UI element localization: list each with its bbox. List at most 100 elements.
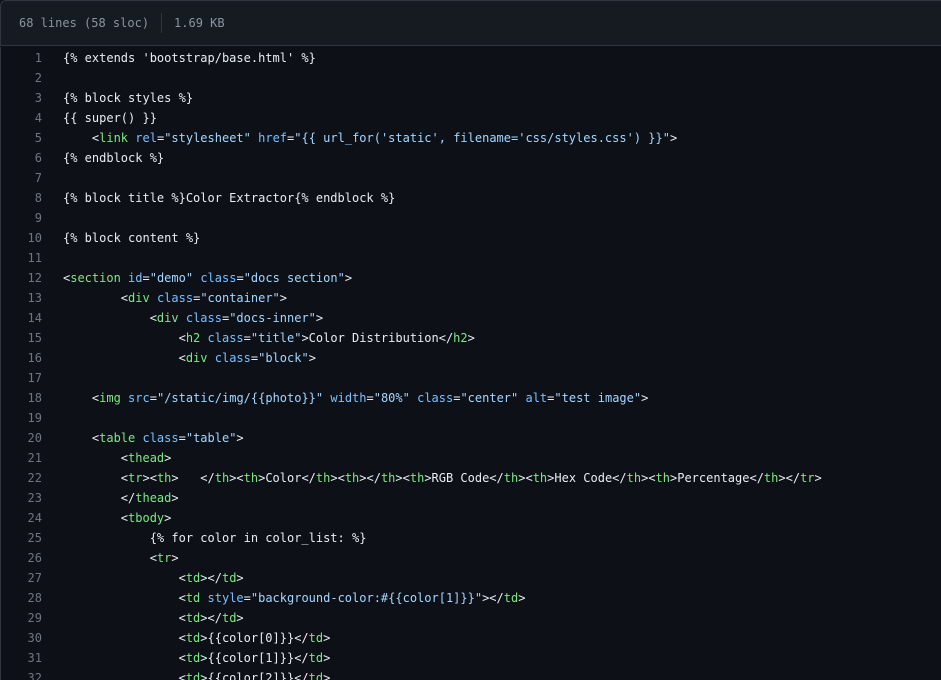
line-number[interactable]: 21 bbox=[1, 448, 42, 468]
code-line[interactable]: 27 <td></td> bbox=[1, 568, 941, 588]
line-number[interactable]: 5 bbox=[1, 128, 42, 148]
line-number[interactable]: 18 bbox=[1, 388, 42, 408]
code-line[interactable]: 32 <td>{{color[2]}}</td> bbox=[1, 668, 941, 680]
line-number[interactable]: 1 bbox=[1, 48, 42, 68]
line-number[interactable]: 27 bbox=[1, 568, 42, 588]
code-token: >{{color[2]}}</ bbox=[200, 671, 309, 680]
code-token: > bbox=[669, 131, 678, 145]
code-token: class bbox=[417, 391, 454, 405]
code-line[interactable]: 22 <tr><th> </th><th>Color</th><th></th>… bbox=[1, 468, 941, 488]
code-line[interactable]: 11 bbox=[1, 248, 941, 268]
line-number[interactable]: 25 bbox=[1, 528, 42, 548]
line-number[interactable]: 19 bbox=[1, 408, 42, 428]
code-line[interactable]: 19 bbox=[1, 408, 941, 428]
code-line[interactable]: 5 <link rel="stylesheet" href="{{ url_fo… bbox=[1, 128, 941, 148]
code-token: >Color</ bbox=[258, 471, 316, 485]
code-line[interactable]: 10 {% block content %} bbox=[1, 228, 941, 248]
code-token: > bbox=[344, 271, 353, 285]
line-number[interactable]: 16 bbox=[1, 348, 42, 368]
code-token: thead bbox=[135, 491, 172, 505]
line-number[interactable]: 4 bbox=[1, 108, 42, 128]
code-token: >{{color[1]}}</ bbox=[200, 651, 309, 665]
line-number[interactable]: 12 bbox=[1, 268, 42, 288]
line-number[interactable]: 10 bbox=[1, 228, 42, 248]
line-number[interactable]: 8 bbox=[1, 188, 42, 208]
code-line[interactable]: 31 <td>{{color[1]}}</td> bbox=[1, 648, 941, 668]
line-number[interactable]: 15 bbox=[1, 328, 42, 348]
line-number[interactable]: 22 bbox=[1, 468, 42, 488]
line-content bbox=[42, 168, 63, 188]
code-line[interactable]: 8 {% block title %}Color Extractor{% endb… bbox=[1, 188, 941, 208]
line-content: <div class="container"> bbox=[42, 288, 287, 308]
line-number[interactable]: 6 bbox=[1, 148, 42, 168]
line-number[interactable]: 28 bbox=[1, 588, 42, 608]
line-number[interactable]: 14 bbox=[1, 308, 42, 328]
line-number[interactable]: 23 bbox=[1, 488, 42, 508]
code-line[interactable]: 14 <div class="docs-inner"> bbox=[1, 308, 941, 328]
line-number[interactable]: 3 bbox=[1, 88, 42, 108]
line-number[interactable]: 11 bbox=[1, 248, 42, 268]
code-token: >{{color[0]}}</ bbox=[200, 631, 309, 645]
code-line[interactable]: 4 {{ super() }} bbox=[1, 108, 941, 128]
code-line[interactable]: 21 <thead> bbox=[1, 448, 941, 468]
code-token: < bbox=[63, 611, 186, 625]
line-content: {% extends 'bootstrap/base.html' %} bbox=[42, 48, 316, 68]
line-number[interactable]: 30 bbox=[1, 628, 42, 648]
line-content: </thead> bbox=[42, 488, 179, 508]
code-token: "{{ url_for('static', filename='css/styl… bbox=[294, 131, 670, 145]
code-token: class bbox=[214, 351, 251, 365]
line-content: <img src="/static/img/{{photo}}" width="… bbox=[42, 388, 648, 408]
code-line[interactable]: 25 {% for color in color_list: %} bbox=[1, 528, 941, 548]
code-token: < bbox=[63, 551, 157, 565]
code-token: section bbox=[70, 271, 121, 285]
code-line[interactable]: 9 bbox=[1, 208, 941, 228]
code-line[interactable]: 6 {% endblock %} bbox=[1, 148, 941, 168]
code-line[interactable]: 28 <td style="background-color:#{{color[… bbox=[1, 588, 941, 608]
code-token: img bbox=[99, 391, 121, 405]
line-content: <thead> bbox=[42, 448, 172, 468]
line-number[interactable]: 32 bbox=[1, 668, 42, 680]
line-content: {{ super() }} bbox=[42, 108, 157, 128]
code-line[interactable]: 7 bbox=[1, 168, 941, 188]
code-line[interactable]: 23 </thead> bbox=[1, 488, 941, 508]
line-number[interactable]: 31 bbox=[1, 648, 42, 668]
code-token: div bbox=[185, 351, 208, 365]
code-line[interactable]: 15 <h2 class="title">Color Distribution<… bbox=[1, 328, 941, 348]
code-line[interactable]: 26 <tr> bbox=[1, 548, 941, 568]
code-token: > bbox=[467, 331, 475, 345]
line-content bbox=[42, 248, 63, 268]
line-number[interactable]: 13 bbox=[1, 288, 42, 308]
line-number[interactable]: 7 bbox=[1, 168, 42, 188]
code-line[interactable]: 20 <table class="table"> bbox=[1, 428, 941, 448]
code-line[interactable]: 18 <img src="/static/img/{{photo}}" widt… bbox=[1, 388, 941, 408]
code-token: < bbox=[63, 571, 186, 585]
line-number[interactable]: 26 bbox=[1, 548, 42, 568]
line-number[interactable]: 2 bbox=[1, 68, 42, 88]
code-token: h2 bbox=[185, 331, 201, 345]
code-line[interactable]: 30 <td>{{color[0]}}</td> bbox=[1, 628, 941, 648]
code-line[interactable]: 2 bbox=[1, 68, 941, 88]
line-number[interactable]: 20 bbox=[1, 428, 42, 448]
code-token: < bbox=[63, 351, 186, 365]
line-number[interactable]: 9 bbox=[1, 208, 42, 228]
code-line[interactable]: 29 <td></td> bbox=[1, 608, 941, 628]
line-number[interactable]: 17 bbox=[1, 368, 42, 388]
code-line[interactable]: 16 <div class="block"> bbox=[1, 348, 941, 368]
code-token: {% extends 'bootstrap/base.html' %} bbox=[63, 51, 316, 65]
code-token: < bbox=[63, 511, 129, 525]
code-line[interactable]: 12 <section id="demo" class="docs section… bbox=[1, 268, 941, 288]
code-area[interactable]: 1 {% extends 'bootstrap/base.html' %} 2 3 {%… bbox=[0, 47, 941, 680]
code-line[interactable]: 1 {% extends 'bootstrap/base.html' %} bbox=[1, 48, 941, 68]
code-line[interactable]: 13 <div class="container"> bbox=[1, 288, 941, 308]
code-token: link bbox=[99, 131, 129, 145]
code-token: > bbox=[279, 291, 288, 305]
code-line[interactable]: 17 bbox=[1, 368, 941, 388]
code-token: href bbox=[258, 131, 288, 145]
line-number[interactable]: 24 bbox=[1, 508, 42, 528]
code-line[interactable]: 3 {% block styles %} bbox=[1, 88, 941, 108]
code-line[interactable]: 24 <tbody> bbox=[1, 508, 941, 528]
line-number[interactable]: 29 bbox=[1, 608, 42, 628]
